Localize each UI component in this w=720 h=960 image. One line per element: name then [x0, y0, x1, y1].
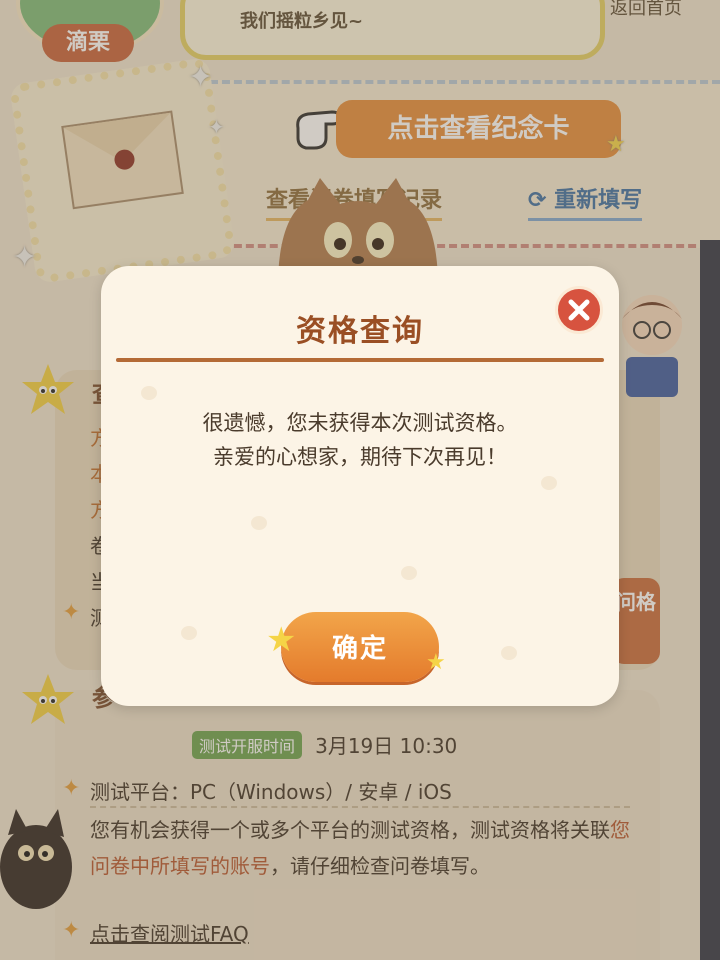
close-button[interactable] [555, 286, 603, 334]
paw-pattern-icon [181, 626, 197, 640]
paw-pattern-icon [401, 566, 417, 580]
star-icon: ★ [426, 650, 446, 675]
confirm-button[interactable]: 确定 [281, 612, 439, 682]
close-icon [568, 299, 590, 321]
star-icon: ★ [266, 620, 297, 660]
paw-pattern-icon [141, 386, 157, 400]
title-divider [116, 358, 604, 362]
page: 滴栗 我们摇粒乡见~ 返回首页 ✦ ✦ ✦ 点击查看纪念卡 ★ 查看问卷填写记录… [0, 0, 720, 960]
paw-pattern-icon [541, 476, 557, 490]
paw-pattern-icon [251, 516, 267, 530]
dialog-message: 很遗憾，您未获得本次测试资格。 亲爱的心想家，期待下次再见！ [101, 406, 619, 474]
paw-pattern-icon [501, 646, 517, 660]
dialog-title: 资格查询 [296, 314, 424, 349]
dialog-message-line: 很遗憾，您未获得本次测试资格。 [202, 411, 518, 435]
dialog-message-line: 亲爱的心想家，期待下次再见！ [213, 445, 507, 469]
